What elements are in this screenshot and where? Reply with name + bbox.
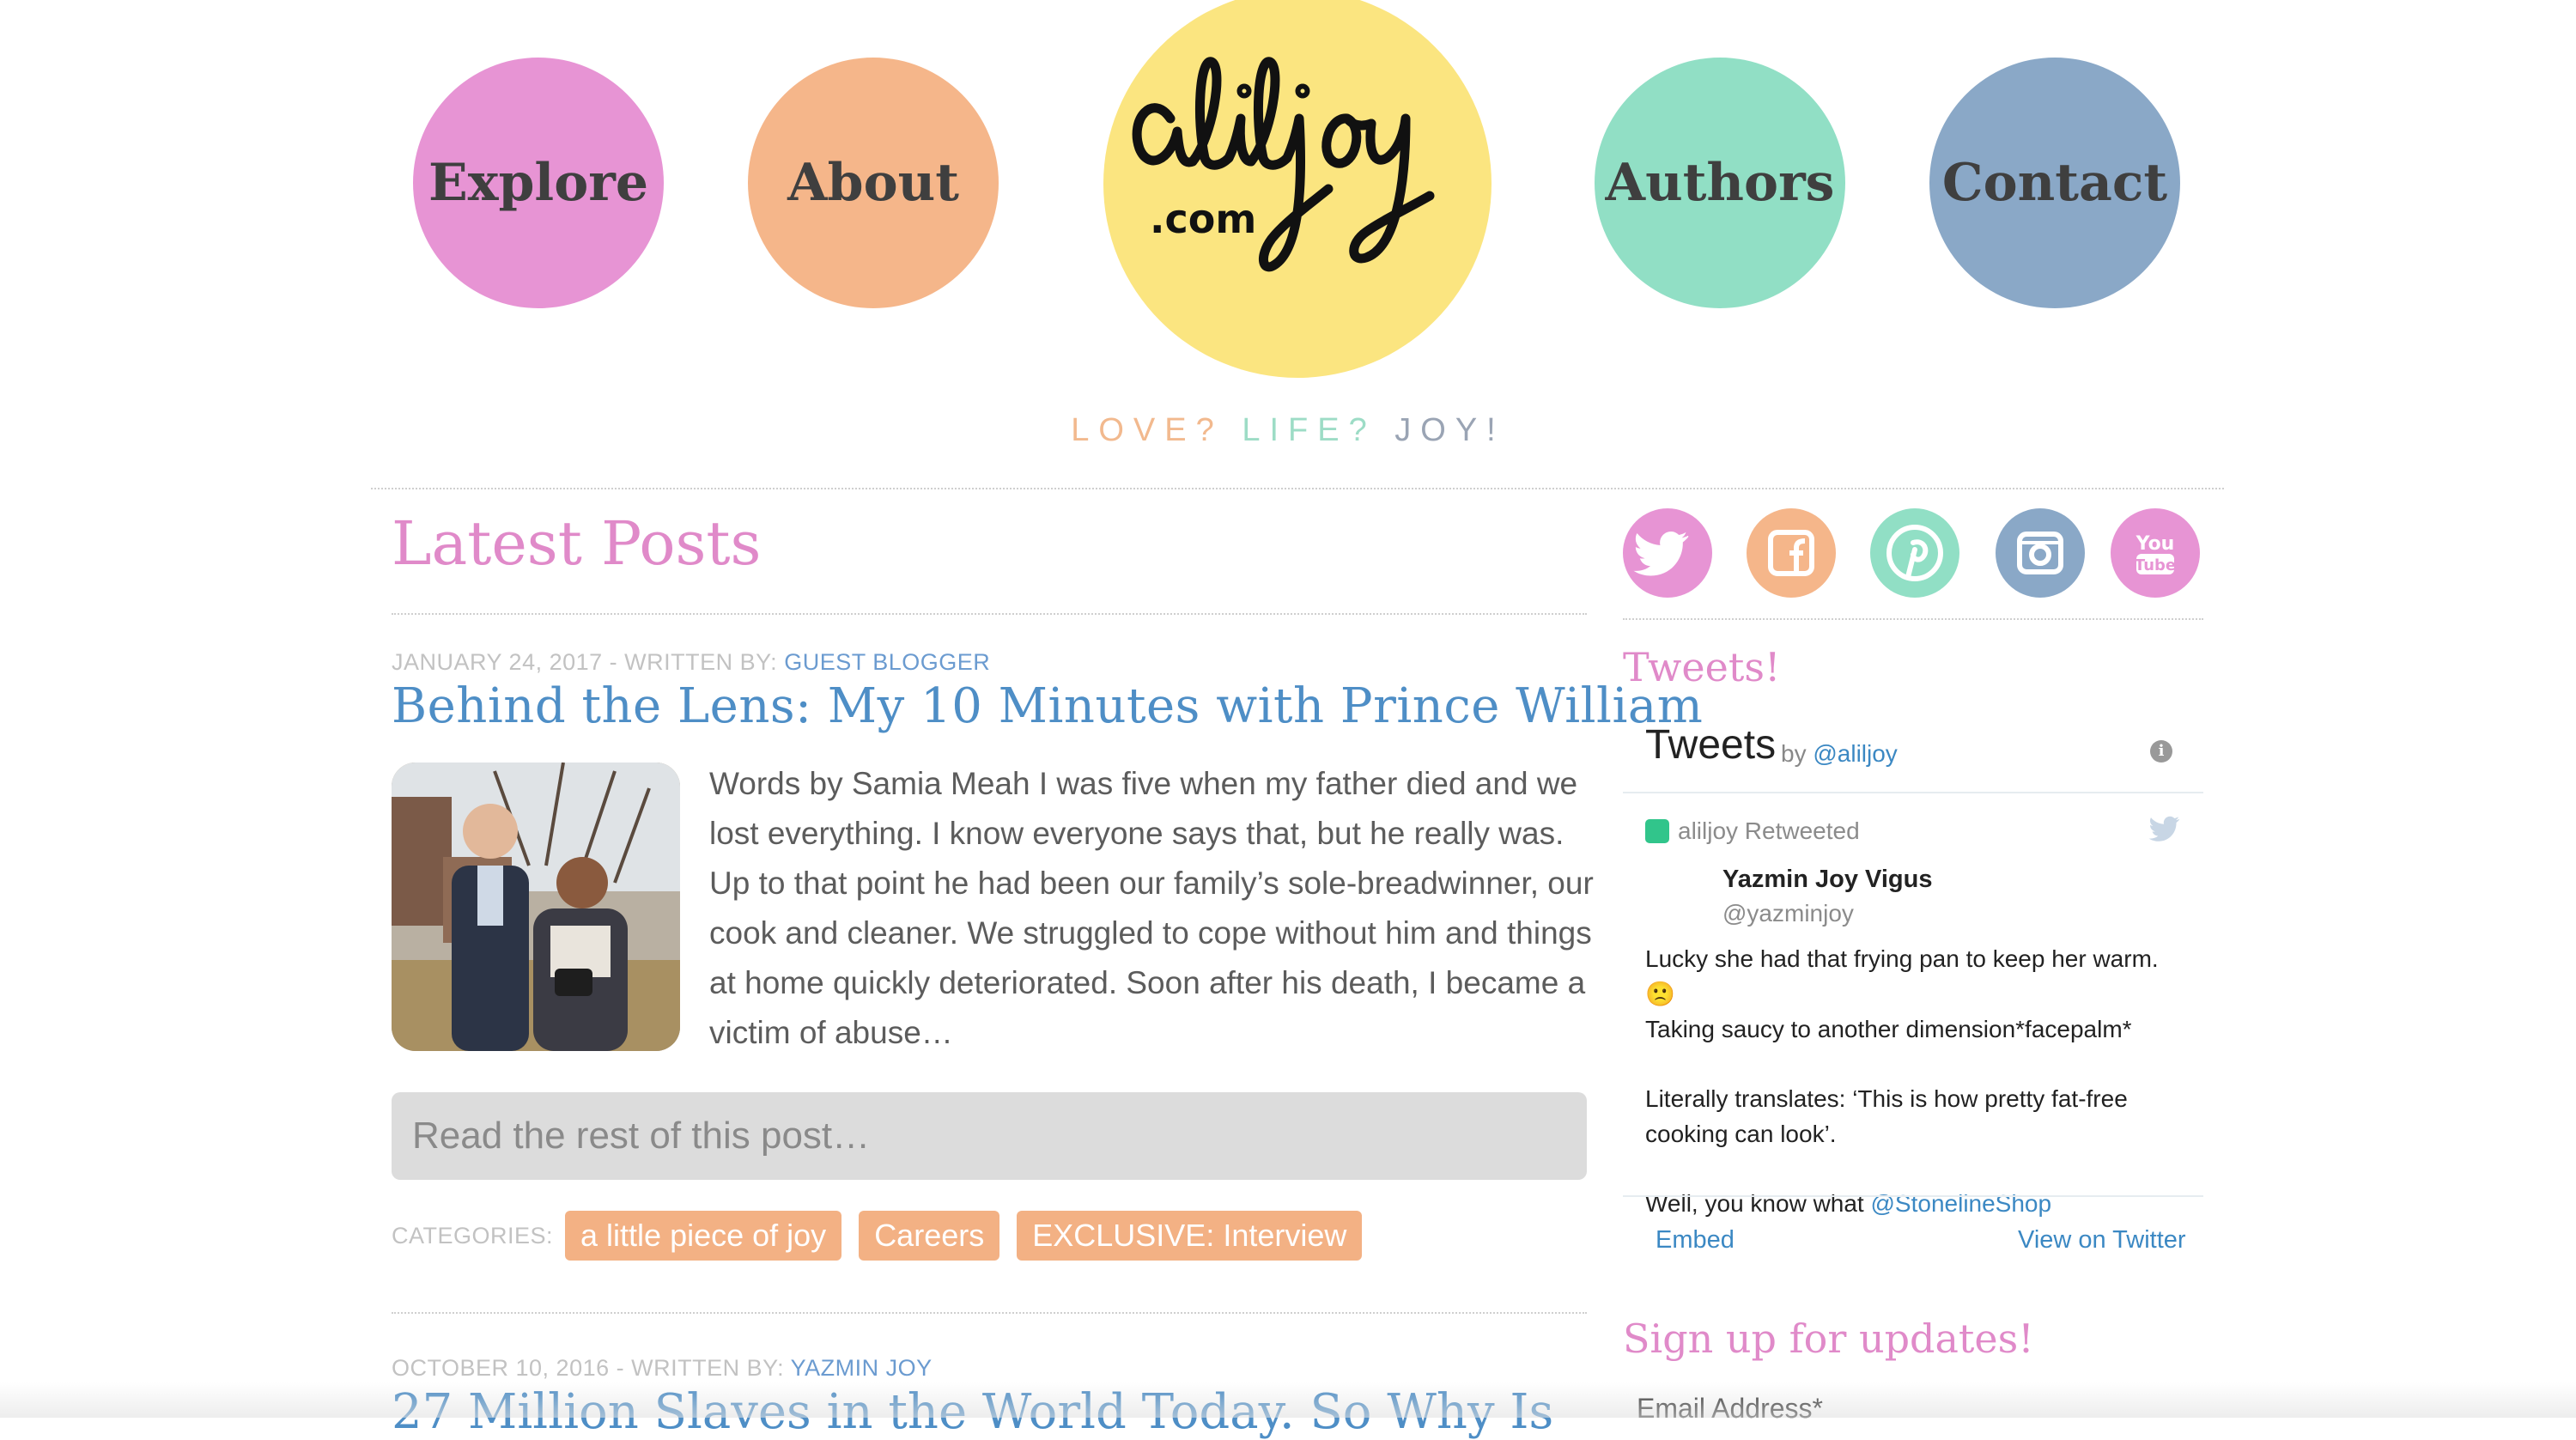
- twitter-bird-icon[interactable]: [2148, 816, 2181, 843]
- tweet-author-username[interactable]: @yazminjoy: [1722, 900, 1854, 927]
- category-tag[interactable]: Careers: [859, 1211, 1000, 1261]
- view-on-twitter-link[interactable]: View on Twitter: [2018, 1226, 2186, 1255]
- svg-text:You: You: [2136, 533, 2175, 555]
- category-tag[interactable]: EXCLUSIVE: Interview: [1017, 1211, 1363, 1261]
- retweeted-label: aliljoy Retweeted: [1678, 817, 1860, 844]
- tweets-heading: Tweets!: [1623, 644, 1781, 690]
- post-thumbnail[interactable]: [392, 763, 680, 1051]
- tweet-line: Well, you know what @StonelineShop: [1645, 1190, 2052, 1217]
- youtube-icon[interactable]: You Tube: [2111, 508, 2200, 598]
- facebook-icon[interactable]: [1747, 508, 1836, 598]
- post-author-link[interactable]: YAZMIN JOY: [791, 1355, 933, 1381]
- post-date: JANUARY 24, 2017: [392, 649, 603, 675]
- post-date: OCTOBER 10, 2016: [392, 1355, 610, 1381]
- header-divider: [371, 488, 2224, 489]
- retweet-icon: [1645, 819, 1669, 843]
- logo-script: [1132, 57, 1435, 272]
- read-more-button[interactable]: Read the rest of this post…: [392, 1092, 1587, 1180]
- nav-about-button[interactable]: About: [748, 58, 999, 308]
- instagram-icon[interactable]: [1996, 508, 2085, 598]
- widget-by: by @aliljoy: [1781, 740, 1898, 767]
- nav-contact-button[interactable]: Contact: [1929, 58, 2180, 308]
- logo-com: .com: [1150, 196, 1257, 242]
- widget-divider: [1623, 1195, 2203, 1197]
- site-logo[interactable]: .com: [1103, 0, 1492, 378]
- tagline-life: LIFE?: [1242, 412, 1376, 448]
- twitter-widget: Tweets by @aliljoy i aliljoy Retweeted Y…: [1623, 714, 2203, 1264]
- sidebar-divider: [1623, 618, 2203, 620]
- svg-text:Tube: Tube: [2135, 556, 2176, 574]
- bottom-scroll-shadow: [0, 1382, 2576, 1418]
- tweet-line: Lucky she had that frying pan to keep he…: [1645, 945, 2159, 1007]
- thumbnail-photo: [392, 763, 680, 1051]
- post-written-by: - WRITTEN BY:: [609, 649, 778, 675]
- pinterest-icon[interactable]: [1870, 508, 1959, 598]
- post-excerpt: Words by Samia Meah I was five when my f…: [709, 766, 1594, 1050]
- post-meta: JANUARY 24, 2017 - WRITTEN BY: GUEST BLO…: [392, 649, 990, 676]
- tagline-love: LOVE?: [1071, 412, 1224, 448]
- widget-handle-link[interactable]: @aliljoy: [1813, 740, 1897, 767]
- embed-link[interactable]: Embed: [1656, 1226, 1735, 1255]
- nav-explore-button[interactable]: Explore: [413, 58, 664, 308]
- tagline-joy: JOY!: [1394, 412, 1505, 448]
- tweet-line: cooking can look’.: [1645, 1121, 1837, 1147]
- widget-divider: [1623, 792, 2203, 793]
- post-author-link[interactable]: GUEST BLOGGER: [784, 649, 990, 675]
- categories-label: CATEGORIES:: [392, 1222, 554, 1249]
- nav-authors-button[interactable]: Authors: [1595, 58, 1845, 308]
- tweet-mention-link[interactable]: @StonelineShop: [1871, 1190, 2052, 1217]
- post-title-link[interactable]: Behind the Lens: My 10 Minutes with Prin…: [392, 678, 1703, 734]
- tweet-line: Taking saucy to another dimension*facepa…: [1645, 1016, 2132, 1042]
- post-divider: [392, 1312, 1587, 1314]
- post-meta: OCTOBER 10, 2016 - WRITTEN BY: YAZMIN JO…: [392, 1355, 933, 1382]
- tagline: LOVE? LIFE? JOY!: [0, 412, 2576, 449]
- tweet-line: Literally translates: ‘This is how prett…: [1645, 1085, 2128, 1112]
- widget-title: Tweets: [1645, 722, 1777, 768]
- signup-heading: Sign up for updates!: [1623, 1315, 2034, 1362]
- section-title-latest-posts: Latest Posts: [392, 508, 762, 579]
- category-tag[interactable]: a little piece of joy: [565, 1211, 842, 1261]
- tweet-author-name[interactable]: Yazmin Joy Vigus: [1722, 866, 1932, 894]
- section-divider: [392, 613, 1587, 615]
- post-categories: CATEGORIES: a little piece of joy Career…: [392, 1211, 1379, 1261]
- twitter-icon[interactable]: [1623, 508, 1712, 598]
- tweet-body: Lucky she had that frying pan to keep he…: [1645, 941, 2186, 1221]
- post-written-by: - WRITTEN BY:: [616, 1355, 785, 1381]
- info-icon[interactable]: i: [2150, 740, 2172, 763]
